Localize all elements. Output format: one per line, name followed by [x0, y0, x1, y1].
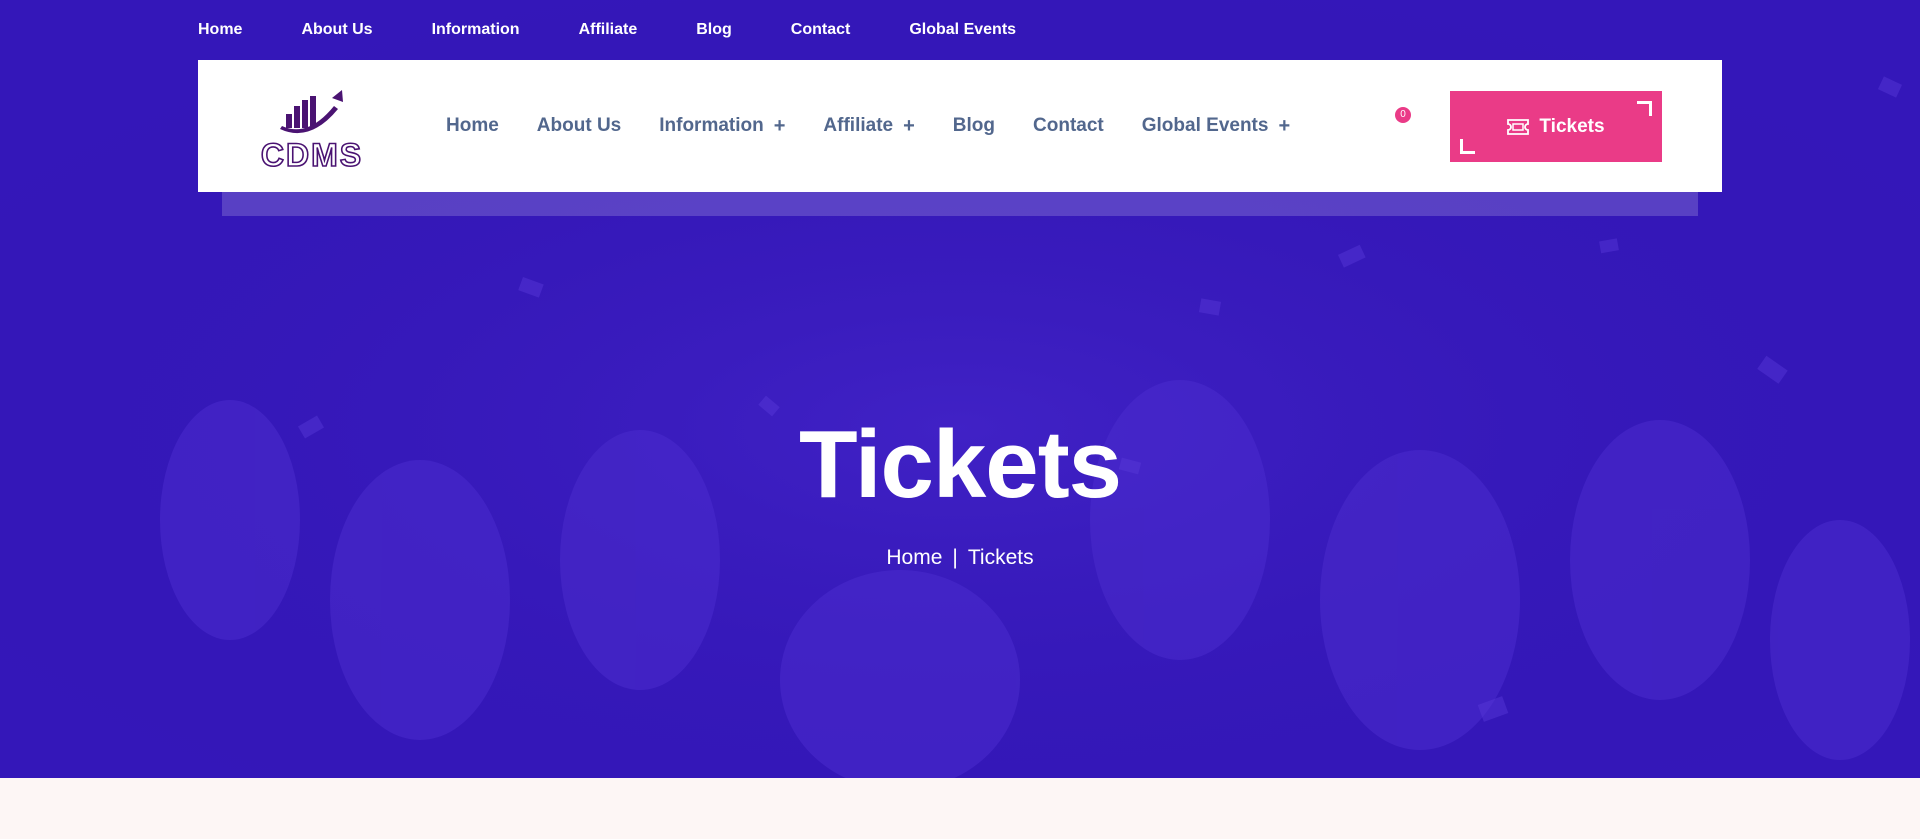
expand-plus-icon: + [903, 114, 915, 137]
top-link-affiliate[interactable]: Affiliate [579, 21, 638, 39]
breadcrumb-separator: | [952, 546, 958, 569]
top-link-about-us[interactable]: About Us [301, 21, 372, 39]
nav-item-label: Information [659, 115, 764, 136]
top-link-home[interactable]: Home [198, 21, 242, 39]
page-title: Tickets [798, 411, 1122, 518]
nav-item-home[interactable]: Home [446, 115, 499, 137]
top-link-contact[interactable]: Contact [791, 21, 851, 39]
nav-item-label: Contact [1033, 115, 1104, 136]
corner-decoration [1637, 101, 1652, 116]
breadcrumb: Home | Tickets [0, 546, 1920, 570]
nav-item-label: Blog [952, 115, 996, 136]
breadcrumb-home-link[interactable]: Home [886, 546, 942, 569]
breadcrumb-current: Tickets [967, 546, 1034, 569]
hero-banner: Home About Us Information Affiliate Blog… [0, 0, 1920, 778]
nav-item-label: About Us [536, 115, 622, 136]
nav-item-label: Affiliate [823, 115, 894, 136]
nav-item-information[interactable]: Information + [659, 115, 785, 138]
site-logo[interactable]: CDMS [260, 80, 364, 174]
nav-item-about-us[interactable]: About Us [537, 115, 621, 137]
svg-text:CDMS: CDMS [261, 137, 363, 170]
top-link-information[interactable]: Information [432, 21, 520, 39]
expand-plus-icon: + [773, 114, 786, 137]
nav-item-affiliate[interactable]: Affiliate + [823, 115, 914, 138]
nav-item-global-events[interactable]: Global Events + [1142, 115, 1290, 138]
corner-decoration [1460, 139, 1475, 154]
logo-icon: CDMS [260, 90, 363, 174]
top-links-bar: Home About Us Information Affiliate Blog… [198, 21, 1075, 39]
nav-item-contact[interactable]: Contact [1033, 115, 1104, 137]
header-shadow-strip [222, 192, 1698, 216]
main-nav: Home About Us Information + Affiliate + … [446, 60, 1328, 192]
ticket-icon [1507, 118, 1530, 135]
top-link-blog[interactable]: Blog [696, 21, 732, 39]
nav-item-label: Global Events [1141, 115, 1269, 136]
top-link-global-events[interactable]: Global Events [909, 21, 1016, 39]
nav-item-blog[interactable]: Blog [953, 115, 995, 137]
expand-plus-icon: + [1278, 114, 1291, 137]
cart-count-badge[interactable]: 0 [1395, 107, 1411, 123]
tickets-button[interactable]: Tickets [1450, 91, 1662, 162]
nav-item-label: Home [446, 115, 499, 136]
tickets-button-label: Tickets [1539, 115, 1605, 137]
main-header: CDMS Home About Us Information + Affilia… [198, 60, 1722, 192]
content-section-top [0, 778, 1920, 839]
